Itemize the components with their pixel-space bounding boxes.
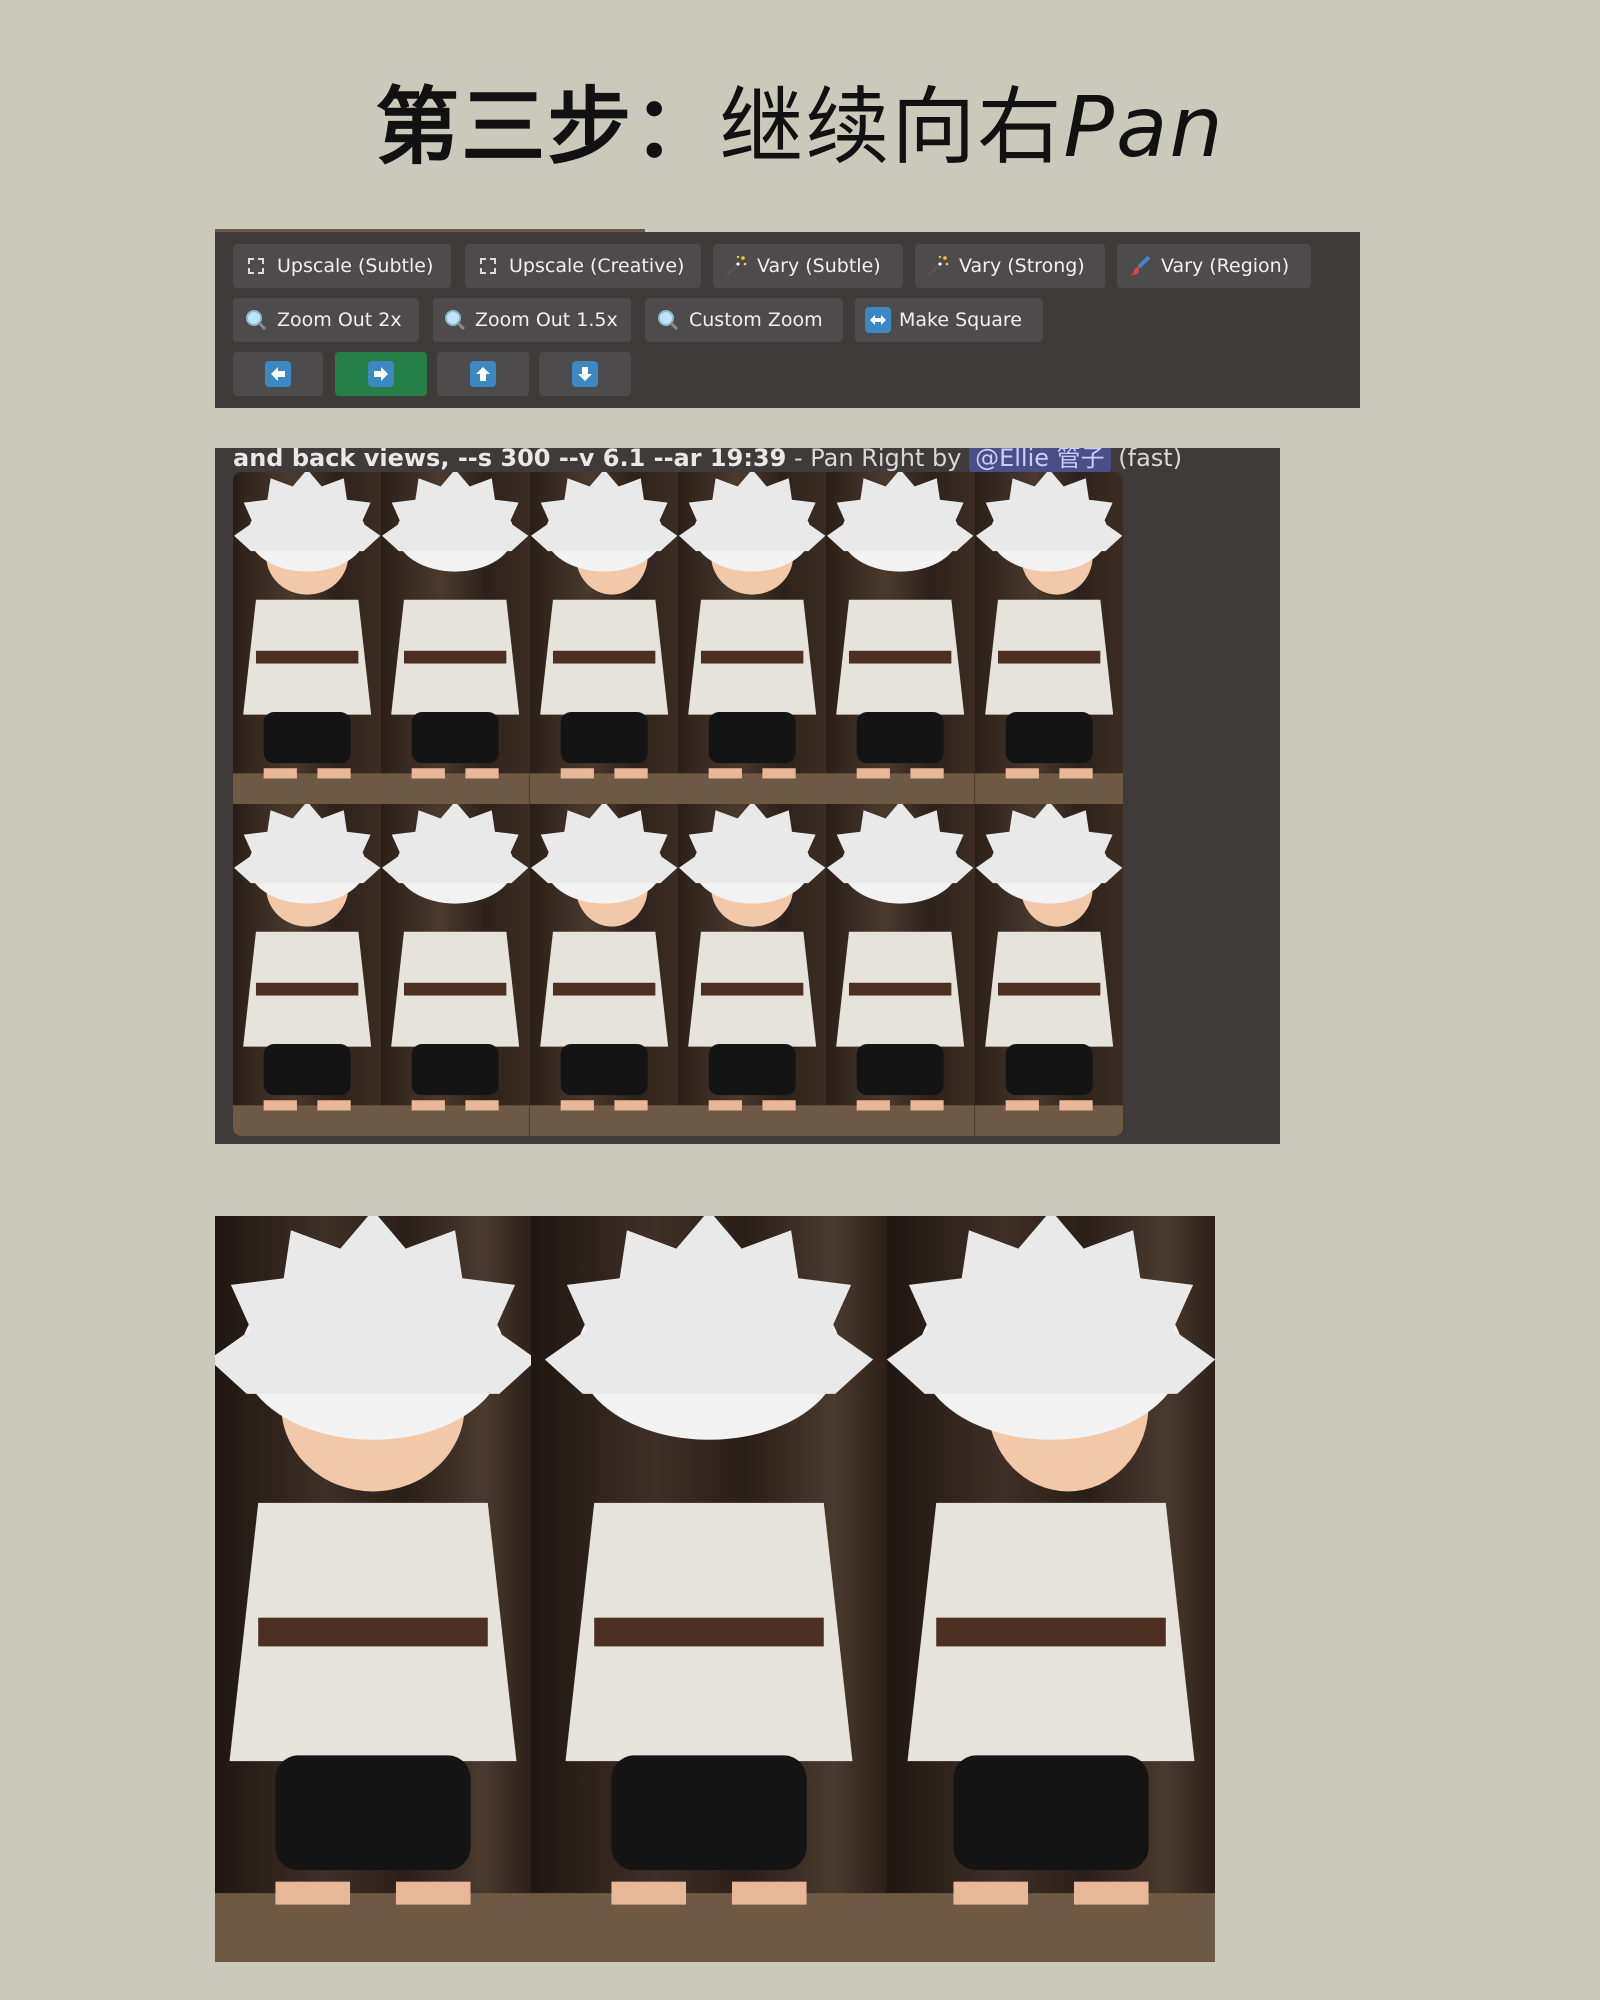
arrow-down-icon <box>572 361 598 387</box>
pan-down-button[interactable] <box>539 352 631 396</box>
user-mention[interactable]: @Ellie 管子 <box>969 448 1111 472</box>
zoom-out-2x-button[interactable]: Zoom Out 2x <box>233 298 419 342</box>
character-side-view <box>529 472 678 804</box>
character-side-view <box>974 472 1123 804</box>
page-title: 第三步：继续向右Pan <box>375 78 1225 176</box>
magnifier-icon <box>443 307 467 333</box>
character-front-view <box>233 804 382 1136</box>
arrow-right-icon <box>368 361 394 387</box>
upscaled-character-sheet <box>215 1216 1215 1962</box>
character-side-view-large <box>887 1216 1215 1962</box>
character-side-view <box>529 804 678 1136</box>
upscale-icon <box>243 253 269 279</box>
arrow-up-icon <box>470 361 496 387</box>
upscale-icon <box>475 253 501 279</box>
left-right-arrow-icon <box>865 307 891 333</box>
character-front-view <box>677 804 827 1136</box>
paintbrush-icon <box>1127 253 1153 279</box>
character-back-view <box>381 804 530 1136</box>
character-side-view <box>974 804 1123 1136</box>
pan-left-button[interactable] <box>233 352 323 396</box>
custom-zoom-button[interactable]: Custom Zoom <box>645 298 843 342</box>
pan-up-button[interactable] <box>437 352 529 396</box>
upscale-subtle-button[interactable]: Upscale (Subtle) <box>233 244 451 288</box>
zoom-out-1-5x-button[interactable]: Zoom Out 1.5x <box>433 298 631 342</box>
pan-right-button[interactable] <box>335 352 427 396</box>
message-caption: and back views, --s 300 --v 6.1 --ar 19:… <box>233 448 1182 472</box>
vary-strong-button[interactable]: Vary (Strong) <box>915 244 1105 288</box>
upscale-creative-button[interactable]: Upscale (Creative) <box>465 244 701 288</box>
action-button-panel: Upscale (Subtle) Upscale (Creative) Vary… <box>215 229 1360 408</box>
character-back-view <box>826 472 975 804</box>
character-front-view <box>677 472 827 804</box>
character-back-view <box>826 804 975 1136</box>
magnifier-icon <box>655 307 681 333</box>
result-message: and back views, --s 300 --v 6.1 --ar 19:… <box>215 448 1280 1144</box>
character-front-view <box>233 472 382 804</box>
magic-wand-icon <box>723 253 749 279</box>
character-back-view-large <box>531 1216 887 1962</box>
previous-image-edge <box>215 229 645 232</box>
arrow-left-icon <box>265 361 291 387</box>
vary-subtle-button[interactable]: Vary (Subtle) <box>713 244 903 288</box>
magic-wand-icon <box>925 253 951 279</box>
character-front-view-large <box>215 1216 531 1962</box>
make-square-button[interactable]: Make Square <box>855 298 1043 342</box>
generated-image-grid[interactable] <box>233 472 1123 1136</box>
vary-region-button[interactable]: Vary (Region) <box>1117 244 1311 288</box>
character-back-view <box>381 472 530 804</box>
magnifier-icon <box>243 307 269 333</box>
